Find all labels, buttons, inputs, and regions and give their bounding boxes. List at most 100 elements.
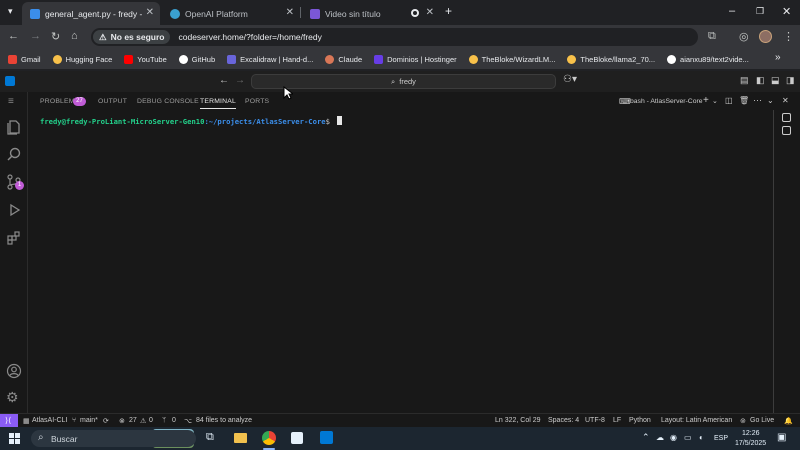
close-tab-icon[interactable]: ✕ <box>146 7 154 18</box>
show-hidden-icons[interactable]: ⌃ <box>642 432 650 443</box>
windows-start-icon[interactable] <box>9 433 20 444</box>
search-icon[interactable] <box>6 146 22 162</box>
clock-date[interactable]: 17/5/2025 <box>735 440 766 447</box>
bookmark-excalidraw[interactable]: Excalidraw | Hand-d... <box>227 54 313 64</box>
notifications-icon[interactable]: 🔔 <box>784 417 793 425</box>
encoding[interactable]: UTF-8 <box>585 417 605 424</box>
command-center[interactable]: ⌕ fredy <box>251 74 556 89</box>
bookmark-hostinger[interactable]: Dominios | Hostinger <box>374 54 457 64</box>
tab-debug-console[interactable]: DEBUG CONSOLE <box>137 98 199 105</box>
new-tab-icon[interactable]: + <box>445 4 452 18</box>
end-of-line[interactable]: LF <box>613 417 621 424</box>
bookmark-wizardlm[interactable]: TheBloke/WizardLM... <box>468 54 555 64</box>
bookmark-llama2[interactable]: TheBloke/llama2_70... <box>567 54 655 64</box>
bookmark-gmail[interactable]: Gmail <box>8 54 41 64</box>
toggle-sidebar-icon[interactable]: ◧ <box>756 75 765 86</box>
file-explorer-icon[interactable] <box>234 433 247 443</box>
tray-icon-onedrive[interactable]: ☁ <box>656 433 664 442</box>
tab-output[interactable]: OUTPUT <box>98 98 127 105</box>
tray-icon-battery[interactable]: ▭ <box>684 433 692 442</box>
notification-center-icon[interactable]: ▣ <box>777 432 786 443</box>
tab-terminal[interactable]: TERMINAL <box>200 98 236 109</box>
sync-icon[interactable]: ⟳ <box>103 417 109 425</box>
menu-icon[interactable]: ≡ <box>8 96 14 107</box>
project-name[interactable]: AtlasAI-CLI <box>32 417 67 424</box>
nav-forward-icon[interactable]: → <box>235 75 245 86</box>
prompt-path: :~/projects/AtlasServer-Core <box>204 117 326 126</box>
settings-gear-icon[interactable]: ⚙ <box>6 389 19 406</box>
toggle-panel-icon[interactable]: ⬓ <box>771 75 780 86</box>
clock-time[interactable]: 12:26 <box>742 430 760 437</box>
profile-avatar[interactable] <box>759 30 772 43</box>
search-placeholder: Buscar <box>51 433 78 444</box>
toggle-secondary-sidebar-icon[interactable]: ◨ <box>786 75 795 86</box>
language-mode[interactable]: Python <box>629 417 651 424</box>
warning-count[interactable]: 0 <box>149 417 153 424</box>
more-bookmarks-icon[interactable]: » <box>775 52 781 63</box>
indentation[interactable]: Spaces: 4 <box>548 417 579 424</box>
language-indicator[interactable]: ESP <box>714 435 728 442</box>
taskbar-search-box[interactable]: ⌕ Buscar <box>31 430 196 447</box>
error-count[interactable]: 27 <box>129 417 137 424</box>
restore-icon[interactable]: ❐ <box>756 6 764 17</box>
minimize-icon[interactable]: – <box>729 5 735 17</box>
account-icon[interactable] <box>6 363 22 379</box>
insecure-badge[interactable]: ⚠ No es seguro <box>93 30 171 44</box>
chrome-menu-icon[interactable]: ⋮ <box>783 30 794 43</box>
sync-icon[interactable]: ◎ <box>739 30 749 43</box>
close-window-icon[interactable]: ✕ <box>782 5 791 18</box>
close-tab-icon[interactable]: ✕ <box>426 7 434 18</box>
recording-icon <box>411 9 419 17</box>
terminal-instance-icon[interactable] <box>782 126 791 135</box>
remote-indicator[interactable]: ⟩⟨ <box>0 414 18 428</box>
task-view-icon[interactable]: ⧉ <box>206 431 214 444</box>
reload-icon[interactable]: ↻ <box>51 30 60 43</box>
chrome-taskbar-icon[interactable] <box>262 431 276 445</box>
tray-icon-volume[interactable]: ◐ <box>699 433 704 442</box>
bookmark-text2video[interactable]: aianxu89/text2vide... <box>667 54 749 64</box>
tab-openai-platform[interactable]: OpenAI Platform ✕ <box>162 2 300 25</box>
tray-icon-network[interactable]: ◉ <box>670 433 677 442</box>
explorer-icon[interactable] <box>6 119 22 135</box>
branch-icon: ⑂ <box>72 417 77 424</box>
terminal-output[interactable]: fredy@fredy-ProLiant-MicroServer-Gen10:~… <box>40 116 343 126</box>
close-tab-icon[interactable]: ✕ <box>286 7 294 18</box>
vscode-taskbar-icon[interactable] <box>320 431 333 444</box>
back-icon[interactable]: ← <box>8 30 19 42</box>
new-terminal-icon[interactable]: + <box>703 95 709 106</box>
source-control-badge: 1 <box>15 181 24 190</box>
url-text[interactable]: codeserver.home/?folder=/home/fredy <box>178 32 321 42</box>
split-terminal-icon[interactable]: ◫ <box>725 96 733 105</box>
home-icon[interactable]: ⌂ <box>71 30 78 42</box>
analyze-status[interactable]: 84 files to analyze <box>196 417 252 424</box>
keyboard-layout[interactable]: Layout: Latin American <box>661 417 732 424</box>
extensions-icon[interactable] <box>6 230 22 246</box>
tab-search-icon[interactable]: ▾ <box>8 6 13 17</box>
store-icon[interactable] <box>291 432 303 444</box>
bookmark-claude[interactable]: Claude <box>325 54 362 64</box>
branch-name[interactable]: main* <box>80 417 98 424</box>
ports-count[interactable]: 0 <box>172 417 176 424</box>
run-debug-icon[interactable] <box>6 202 22 218</box>
close-panel-icon[interactable]: ✕ <box>782 96 789 105</box>
copilot-icon[interactable]: ⚇▾ <box>563 74 577 85</box>
bookmark-hugging-face[interactable]: Hugging Face <box>52 54 112 64</box>
terminal-name[interactable]: bash - AtlasServer-Core <box>630 98 703 105</box>
collapse-panel-icon[interactable]: ⌄ <box>767 96 774 105</box>
bookmark-youtube[interactable]: YouTube <box>124 54 167 64</box>
terminal-dropdown-icon[interactable]: ⌄ <box>712 97 718 105</box>
tab-code-server[interactable]: general_agent.py - fredy - code ✕ <box>22 2 160 25</box>
more-actions-icon[interactable]: ··· <box>753 95 762 105</box>
customize-layout-icon[interactable]: ▤ <box>740 75 749 86</box>
cursor-position[interactable]: Ln 322, Col 29 <box>495 417 541 424</box>
go-live[interactable]: Go Live <box>750 417 774 424</box>
tab-ports[interactable]: PORTS <box>245 98 269 105</box>
extensions-icon[interactable]: ⧉ <box>708 30 716 43</box>
tab-video[interactable]: Video sin título ✕ <box>302 2 440 25</box>
bookmark-github[interactable]: GitHub <box>178 54 215 64</box>
nav-back-icon[interactable]: ← <box>219 75 229 86</box>
terminal-instance-icon[interactable] <box>782 113 791 122</box>
address-bar[interactable]: ⚠ No es seguro codeserver.home/?folder=/h… <box>91 28 698 46</box>
forward-icon[interactable]: → <box>30 30 41 42</box>
kill-terminal-icon[interactable]: 🗑 <box>739 96 749 105</box>
